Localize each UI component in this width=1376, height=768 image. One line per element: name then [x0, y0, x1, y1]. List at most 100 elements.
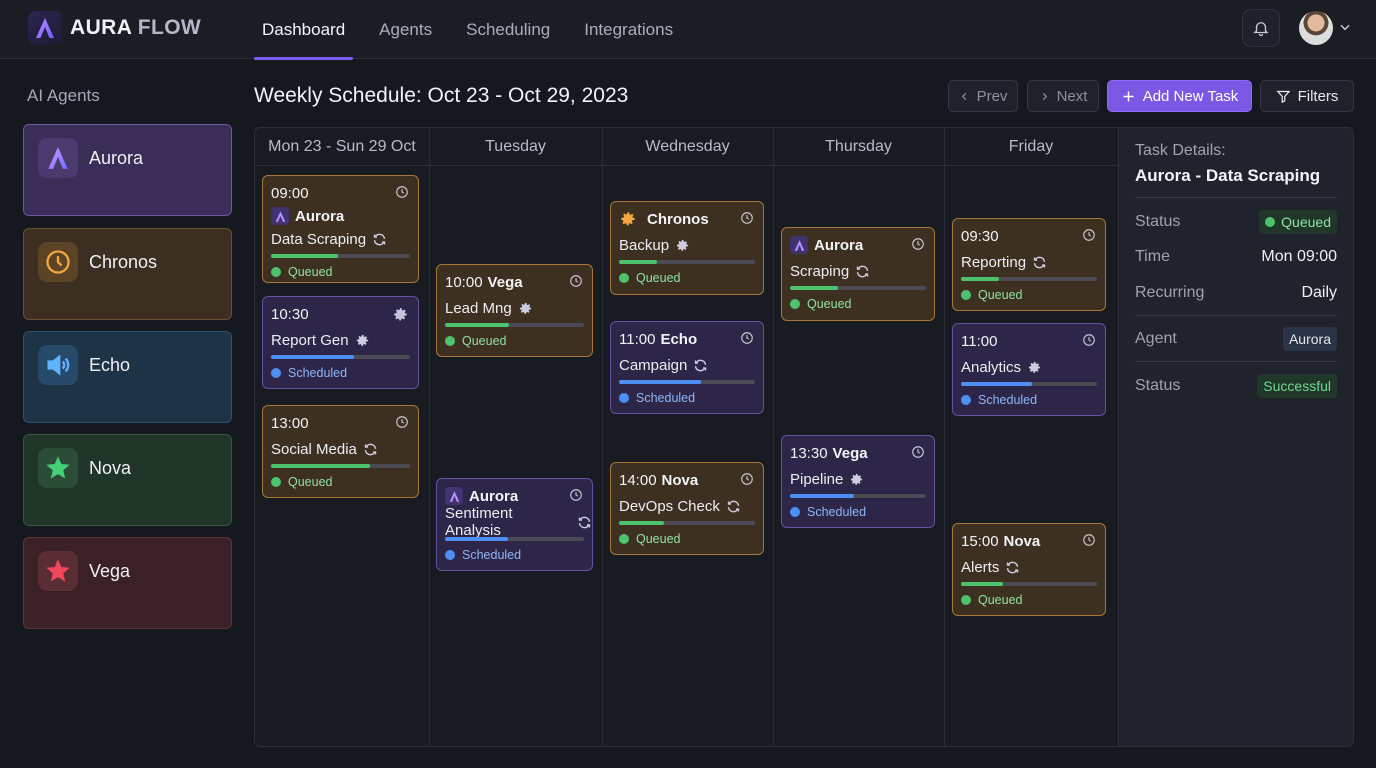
agent-card-vega[interactable]: Vega: [23, 537, 232, 629]
clock-icon-wrap: [740, 211, 754, 230]
task-name: Data Scraping: [271, 230, 367, 248]
app-name-word2: FLOW: [137, 16, 202, 39]
top-bar: AURA FLOW Dashboard Agents Scheduling In…: [0, 0, 1376, 60]
recurring-label: Recurring: [1135, 284, 1205, 301]
task-card[interactable]: Chronos Backup Queued: [610, 201, 764, 295]
task-card[interactable]: 10:30 Report Gen Scheduled: [262, 296, 419, 389]
nav-agents[interactable]: Agents: [371, 0, 440, 59]
task-progress-fill: [445, 323, 509, 327]
clock-icon-wrap: [569, 274, 583, 293]
task-name-row: Social Media: [271, 440, 378, 458]
task-card[interactable]: 10:00 Vega Lead Mng Queued: [436, 264, 593, 357]
task-status-text: Queued: [288, 265, 333, 279]
task-time: 13:00: [271, 414, 309, 432]
status-dot: [961, 290, 971, 300]
add-new-task-button[interactable]: Add New Task: [1107, 80, 1252, 112]
task-progress-bar: [619, 521, 755, 525]
clock-icon: [741, 332, 753, 344]
filters-button[interactable]: Filters: [1260, 80, 1354, 112]
column-header-friday: Friday: [944, 128, 1118, 166]
star-icon: [38, 448, 78, 488]
task-status-text: Queued: [978, 288, 1023, 302]
task-status-text: Queued: [807, 297, 852, 311]
refresh-icon: [857, 265, 869, 277]
agent-badge: Aurora: [1282, 327, 1337, 351]
plus-icon: [1123, 91, 1134, 101]
task-header: Aurora: [445, 487, 518, 505]
status-value: Queued: [1281, 214, 1331, 230]
nav-integrations[interactable]: Integrations: [576, 0, 681, 59]
task-card[interactable]: 13:00 Social Media Queued: [262, 405, 419, 498]
task-status: Queued: [619, 270, 680, 286]
user-avatar[interactable]: [1299, 11, 1333, 45]
status-dot: [619, 393, 629, 403]
task-status: Queued: [790, 296, 851, 312]
task-progress-fill: [271, 464, 370, 468]
task-time: 11:00: [961, 332, 998, 350]
next-button[interactable]: Next: [1027, 80, 1099, 112]
task-progress-fill: [961, 582, 1004, 586]
time-label: Time: [1135, 248, 1170, 265]
agent-card-nova[interactable]: Nova: [23, 434, 232, 526]
task-time: 13:30: [790, 444, 828, 462]
task-details-panel: Task Details: Aurora - Data Scraping Sta…: [1118, 128, 1353, 746]
task-name-row: Alerts: [961, 558, 1020, 576]
clock-icon-wrap: [569, 488, 583, 507]
task-status-text: Queued: [636, 271, 681, 285]
column-divider: [602, 128, 603, 746]
chevron-down-icon[interactable]: [1338, 20, 1352, 34]
task-card[interactable]: 11:00 Echo Campaign Scheduled: [610, 321, 764, 414]
agent-card-aurora[interactable]: Aurora: [23, 124, 232, 216]
task-progress-bar: [790, 286, 926, 290]
task-card[interactable]: 13:30 Vega Pipeline Scheduled: [781, 435, 935, 528]
chevron-right-icon: [1042, 92, 1047, 100]
main-nav: Dashboard Agents Scheduling Integrations: [254, 0, 699, 60]
task-card[interactable]: 09:30 Reporting Queued: [952, 218, 1106, 311]
column-divider: [429, 128, 430, 746]
clock-icon-wrap: [395, 185, 409, 204]
task-status: Scheduled: [790, 504, 866, 520]
nav-scheduling[interactable]: Scheduling: [458, 0, 558, 59]
task-card[interactable]: 09:00 Aurora Data Scraping Queued: [262, 175, 419, 283]
task-card[interactable]: Aurora Scraping Queued: [781, 227, 935, 321]
task-header: 09:00: [271, 184, 309, 202]
nav-dashboard[interactable]: Dashboard: [254, 0, 354, 60]
notifications-button[interactable]: [1242, 9, 1280, 47]
task-card[interactable]: 11:00 Analytics Scheduled: [952, 323, 1106, 416]
task-status-text: Queued: [462, 334, 507, 348]
task-status: Queued: [961, 287, 1022, 303]
status-dot: [619, 273, 629, 283]
task-agent: Vega: [832, 444, 868, 462]
task-name: Social Media: [271, 440, 357, 458]
task-header: 14:00 Nova: [619, 471, 698, 489]
task-card[interactable]: Aurora Sentiment Analysis Scheduled: [436, 478, 593, 571]
task-card[interactable]: 15:00 Nova Alerts Queued: [952, 523, 1106, 616]
clock-icon: [741, 473, 753, 485]
column-header-thursday: Thursday: [773, 128, 944, 166]
task-agent-row: Aurora: [271, 207, 344, 225]
task-header: 09:30: [961, 227, 999, 245]
clock-icon: [912, 238, 924, 250]
agent-card-echo[interactable]: Echo: [23, 331, 232, 423]
settings-icon-wrap[interactable]: [392, 306, 409, 328]
task-header: Aurora: [790, 236, 863, 254]
task-card[interactable]: 14:00 Nova DevOps Check Queued: [610, 462, 764, 555]
schedule-title: Weekly Schedule: Oct 23 - Oct 29, 2023: [254, 84, 629, 107]
task-time: 14:00: [619, 471, 657, 489]
task-progress-fill: [961, 277, 1000, 281]
prev-button[interactable]: Prev: [948, 80, 1018, 112]
status-dot: [961, 395, 971, 405]
task-progress-fill: [619, 260, 658, 264]
task-progress-bar: [445, 323, 584, 327]
agent-name: Vega: [89, 561, 131, 581]
task-progress-fill: [271, 254, 338, 258]
details-task-name: Aurora - Data Scraping: [1135, 166, 1321, 185]
agent-card-chronos[interactable]: Chronos: [23, 228, 232, 320]
task-status: Queued: [445, 333, 506, 349]
task-time: 09:30: [961, 227, 999, 245]
agent-name: Aurora: [89, 148, 144, 168]
app-logo[interactable]: AURA FLOW: [28, 11, 201, 45]
task-name: Backup: [619, 236, 670, 254]
gear-icon: [1028, 361, 1041, 373]
column-divider: [944, 128, 945, 746]
